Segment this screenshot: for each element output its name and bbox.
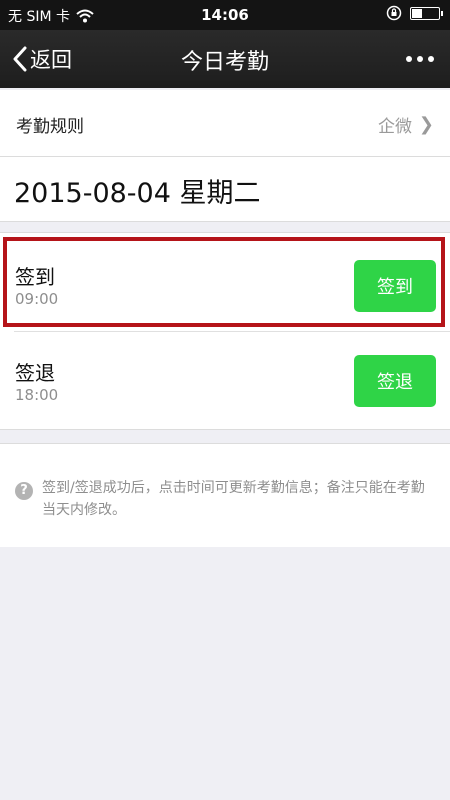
info-text: 签到/签退成功后，点击时间可更新考勤信息；备注只能在考勤当天内修改。: [42, 480, 425, 518]
status-bar: 无 SIM 卡 14:06: [0, 0, 450, 30]
battery-icon: [410, 6, 443, 20]
help-icon: ?: [15, 482, 33, 500]
status-time: 14:06: [201, 6, 249, 24]
check-out-button[interactable]: 签退: [354, 355, 436, 407]
battery-fill: [412, 8, 422, 18]
page-title: 今日考勤: [180, 50, 269, 75]
check-out-label: 签退: [15, 361, 55, 385]
row-divider: [14, 331, 450, 332]
attendance-rules-row[interactable]: 考勤规则 企微 ❯: [0, 90, 450, 157]
check-out-row: 签退 18:00 签退: [0, 333, 450, 429]
more-dot: [406, 56, 412, 62]
status-right: [386, 5, 443, 21]
more-dots-icon[interactable]: [406, 56, 434, 62]
date-row: 2015-08-04 星期二: [0, 157, 450, 222]
highlight-box: [3, 237, 445, 327]
rules-value: 企微: [378, 117, 412, 137]
more-dot: [417, 56, 423, 62]
more-dot: [428, 56, 434, 62]
chevron-right-icon: ❯: [418, 114, 434, 135]
rotation-lock-icon: [386, 5, 402, 21]
date-text: 2015-08-04 星期二: [14, 178, 261, 209]
info-section: ? 签到/签退成功后，点击时间可更新考勤信息；备注只能在考勤当天内修改。: [0, 443, 450, 547]
nav-bar: 返回 今日考勤: [0, 30, 450, 88]
rules-label: 考勤规则: [16, 117, 84, 137]
check-out-time[interactable]: 18:00: [15, 386, 58, 404]
